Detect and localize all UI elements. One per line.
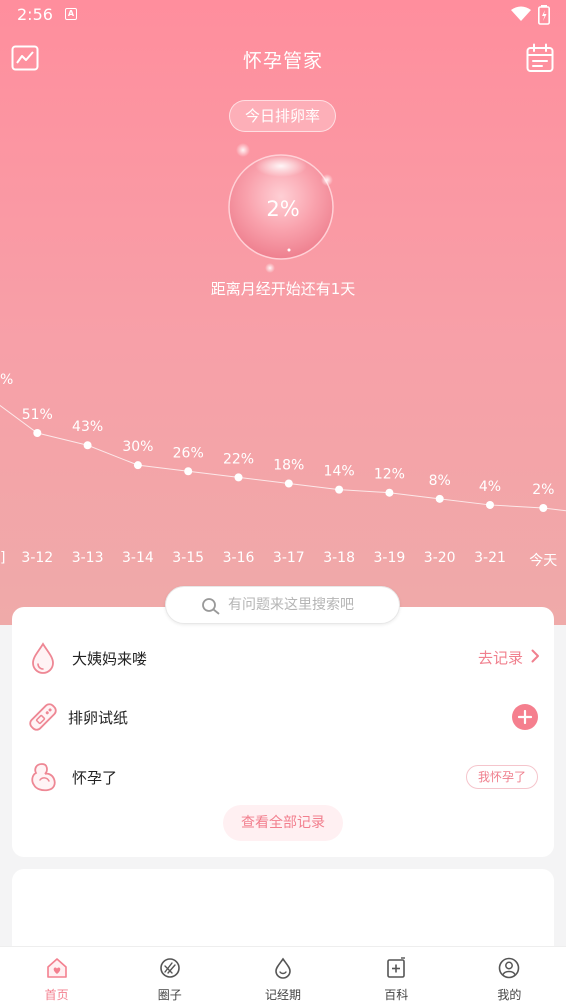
search-icon (202, 598, 220, 615)
data-point (184, 467, 193, 476)
encyclopedia-icon (387, 957, 406, 978)
data-label: 2% (532, 482, 554, 498)
add-ovulation-test-button[interactable] (512, 704, 538, 730)
page-title: 怀孕管家 (242, 50, 323, 72)
data-label: 30% (122, 439, 153, 455)
ovulation-test-row[interactable]: 排卵试纸 (12, 690, 554, 744)
pregnant-row[interactable]: 怀孕了 我怀孕了 (12, 750, 554, 804)
data-point (133, 461, 142, 470)
x-tick-label: 3-15 (172, 550, 204, 566)
data-point (486, 500, 494, 509)
data-label: % (0, 372, 13, 388)
ovulation-test-label: 排卵试纸 (68, 709, 129, 727)
tab-community[interactable]: 圈子 (113, 947, 226, 1006)
home-heart-icon (46, 958, 67, 978)
x-tick-label: 3-19 (374, 550, 406, 566)
data-label: 4% (479, 479, 501, 495)
tab-period-label: 记经期 (265, 988, 302, 1002)
data-point (33, 429, 42, 437)
search-box[interactable] (165, 586, 400, 624)
data-label: 14% (324, 464, 355, 480)
test-strip-icon (29, 703, 57, 731)
pregnant-icon (31, 763, 56, 792)
period-label: 大姨妈来喽 (72, 650, 148, 668)
x-tick-label: 3-13 (72, 550, 104, 566)
data-label: 22% (223, 451, 254, 467)
circle-community-icon (159, 958, 180, 978)
status-time: 2:56 (17, 5, 53, 24)
ovulation-trend-chart: %] 51% 3-12 43% 3-13 30% 3-14 26% 3-15 22% 3-16 18%… (0, 372, 566, 569)
data-label: 51% (22, 407, 53, 423)
status-bar: 2:56 A (0, 0, 566, 30)
record-card: 大姨妈来喽 去记录 排卵试纸 怀孕了 我怀孕了 查看全部记录 (12, 607, 554, 857)
data-label: 12% (374, 467, 405, 483)
data-point (435, 494, 444, 503)
chevron-right-icon (531, 649, 540, 667)
tab-profile-label: 我的 (497, 988, 522, 1002)
view-all-records-button[interactable]: 查看全部记录 (223, 805, 343, 841)
period-countdown: 距离月经开始还有1天 (210, 280, 356, 298)
data-point (539, 504, 548, 512)
calendar-icon (526, 43, 554, 72)
data-label: 18% (273, 458, 304, 474)
drop-icon (32, 642, 54, 674)
tab-home[interactable]: 首页 (0, 947, 113, 1006)
tab-period[interactable]: 记经期 (226, 947, 339, 1006)
x-tick-label: 3-14 (122, 550, 154, 566)
x-tick-label: 3-16 (223, 550, 255, 566)
search-input[interactable] (228, 587, 393, 623)
tab-home-label: 首页 (44, 988, 69, 1002)
notification-icon: A (65, 8, 77, 20)
x-tick-label: ] (0, 550, 5, 566)
profile-icon (499, 957, 520, 979)
plus-icon (517, 709, 533, 725)
data-label: 8% (429, 473, 451, 489)
wifi-icon (511, 6, 531, 21)
tab-encyclopedia-label: 百科 (384, 988, 409, 1002)
data-point (335, 485, 344, 494)
go-record-label: 去记录 (477, 649, 523, 667)
data-point (284, 479, 293, 488)
i-am-pregnant-button[interactable]: 我怀孕了 (465, 765, 538, 789)
x-tick-label: 3-21 (474, 550, 506, 566)
x-tick-label: 3-18 (323, 550, 355, 566)
data-point (83, 441, 92, 450)
today-ovulation-rate-pill: 今日排卵率 (229, 100, 336, 132)
battery-icon (538, 5, 550, 25)
tab-encyclopedia[interactable]: 百科 (340, 947, 453, 1006)
data-point (234, 473, 243, 482)
app-header: 怀孕管家 (0, 36, 566, 80)
calendar-button[interactable] (526, 43, 554, 73)
tab-community-label: 圈子 (157, 988, 182, 1002)
ovulation-rate-value: 2% (266, 197, 300, 221)
data-label: 43% (72, 419, 103, 435)
period-record-row[interactable]: 大姨妈来喽 去记录 (12, 631, 554, 685)
x-tick-label: 3-20 (424, 550, 456, 566)
x-tick-label: 3-17 (273, 550, 305, 566)
bottom-tab-bar: 首页 圈子 记经期 百科 我的 (0, 946, 566, 1006)
drop-icon (275, 957, 291, 979)
data-point (385, 488, 394, 497)
ovulation-bubble: 2% (223, 140, 343, 275)
data-label: 26% (173, 445, 204, 461)
pregnant-label: 怀孕了 (72, 769, 118, 787)
go-record-link[interactable]: 去记录 (478, 647, 540, 668)
x-tick-label: 3-12 (21, 550, 53, 566)
x-tick-label: 今天 (529, 553, 557, 569)
tab-profile[interactable]: 我的 (453, 947, 566, 1006)
